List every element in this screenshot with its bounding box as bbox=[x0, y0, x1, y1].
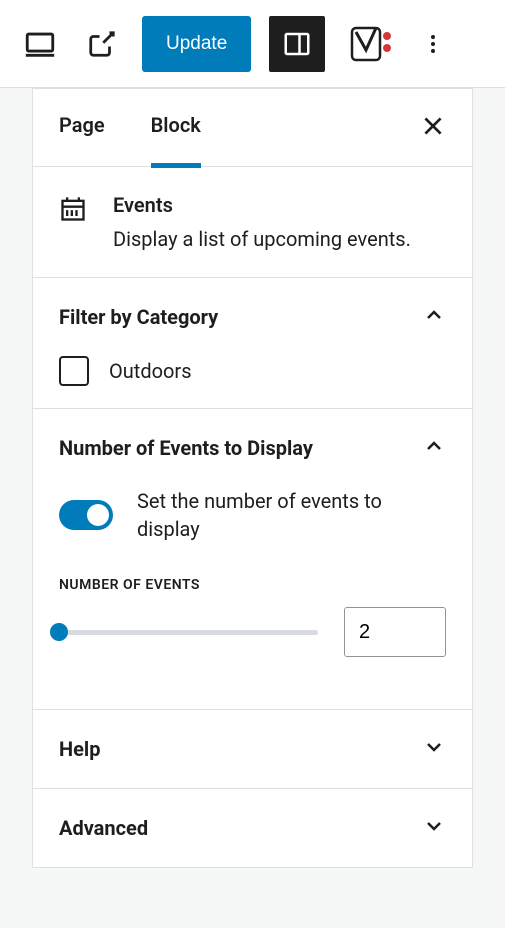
chevron-up-icon bbox=[422, 303, 446, 331]
advanced-title: Advanced bbox=[59, 816, 148, 840]
slider-thumb[interactable] bbox=[50, 623, 68, 641]
calendar-icon bbox=[59, 195, 87, 227]
number-events-toggle-label: Set the number of events to display bbox=[137, 487, 446, 543]
block-description: Display a list of upcoming events. bbox=[113, 227, 411, 251]
settings-sidebar-toggle[interactable] bbox=[269, 16, 325, 72]
filter-category-header[interactable]: Filter by Category bbox=[59, 300, 446, 334]
tab-page[interactable]: Page bbox=[59, 113, 105, 168]
number-events-slider[interactable] bbox=[59, 622, 318, 642]
chevron-down-icon bbox=[422, 735, 446, 763]
preview-device-icon[interactable] bbox=[18, 22, 62, 66]
update-button[interactable]: Update bbox=[142, 16, 251, 72]
yoast-icon[interactable] bbox=[343, 16, 399, 72]
number-events-toggle[interactable] bbox=[59, 500, 113, 530]
chevron-down-icon bbox=[422, 814, 446, 842]
filter-category-title: Filter by Category bbox=[59, 305, 218, 329]
advanced-header[interactable]: Advanced bbox=[59, 811, 446, 845]
number-events-input[interactable] bbox=[344, 607, 446, 657]
outdoors-label: Outdoors bbox=[109, 359, 192, 383]
close-panel-icon[interactable] bbox=[420, 113, 446, 143]
number-events-header[interactable]: Number of Events to Display bbox=[59, 431, 446, 465]
tab-block[interactable]: Block bbox=[151, 113, 201, 168]
open-external-icon[interactable] bbox=[80, 22, 124, 66]
help-title: Help bbox=[59, 737, 100, 761]
outdoors-checkbox[interactable] bbox=[59, 356, 89, 386]
number-of-events-label: Number of Events bbox=[59, 577, 446, 593]
number-events-title: Number of Events to Display bbox=[59, 436, 313, 460]
block-title: Events bbox=[113, 193, 411, 217]
chevron-up-icon bbox=[422, 434, 446, 462]
more-options-icon[interactable] bbox=[411, 22, 455, 66]
help-header[interactable]: Help bbox=[59, 732, 446, 766]
